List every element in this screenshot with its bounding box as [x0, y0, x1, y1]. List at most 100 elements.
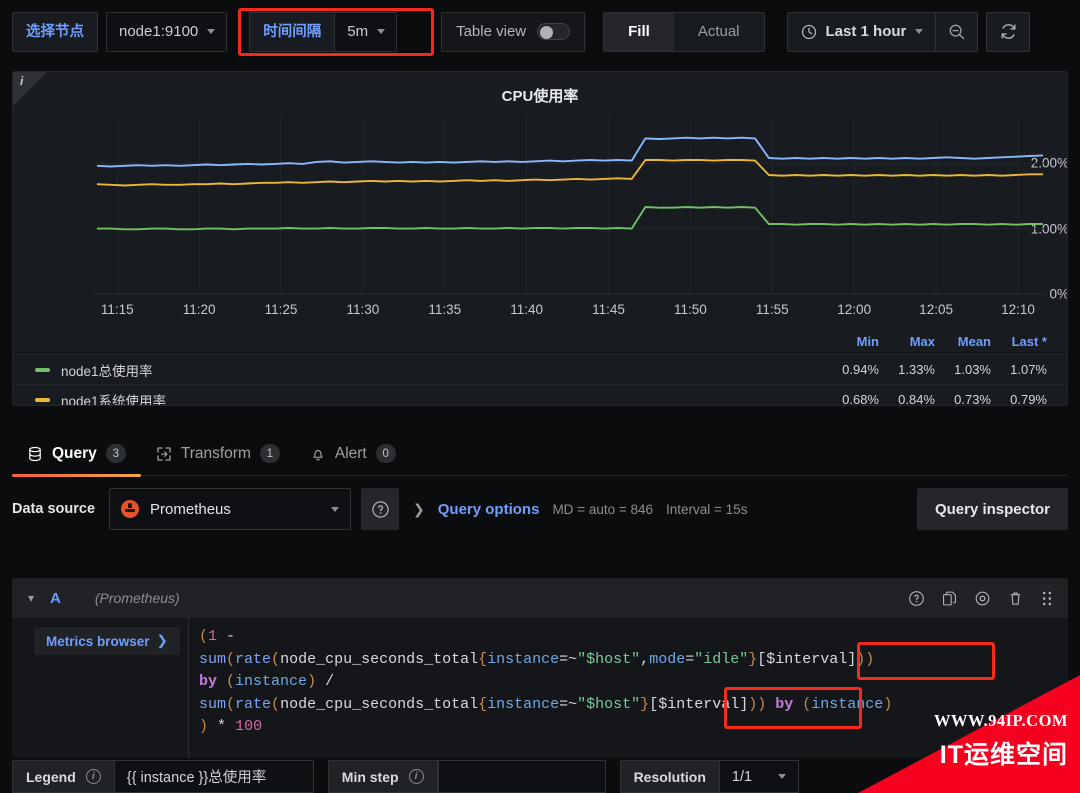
- legend-stat-value: 0.84%: [898, 392, 935, 406]
- chart-series-line: [97, 206, 1043, 231]
- node-variable-picker[interactable]: 选择节点: [12, 11, 98, 52]
- min-step-label: Min step: [341, 768, 399, 785]
- watermark-triangle: [858, 675, 1080, 793]
- tab-query-badge: 3: [105, 444, 126, 463]
- legend-color-swatch: [35, 397, 50, 402]
- interval-variable-picker[interactable]: 时间间隔 5m: [249, 11, 398, 52]
- tab-alert-badge: 0: [375, 444, 396, 463]
- chart-lines: [95, 118, 1045, 295]
- legend-stat-value: 1.03%: [954, 362, 991, 377]
- chevron-down-icon: [915, 29, 924, 34]
- data-source-help-button[interactable]: [361, 488, 400, 530]
- query-row-actions: [908, 590, 1054, 607]
- legend-stat-header[interactable]: Max: [879, 334, 935, 349]
- database-icon: [29, 446, 41, 461]
- duplicate-icon[interactable]: [941, 590, 958, 607]
- resolution-label: Resolution: [633, 768, 706, 785]
- interval-variable-value[interactable]: 5m: [334, 12, 397, 51]
- chevron-down-icon: [331, 506, 340, 512]
- node-variable-label: 选择节点: [26, 23, 84, 40]
- legend-input-value: {{ instance }}总使用率: [126, 770, 267, 786]
- legend-color-swatch: [35, 367, 50, 372]
- grafana-panel-editor: 选择节点 node1:9100 时间间隔 5m Table view Fill …: [0, 0, 1080, 793]
- resolution-select[interactable]: 1/1: [718, 760, 799, 793]
- legend-label-group: Legend i: [12, 760, 114, 793]
- tab-transform-badge: 1: [259, 444, 280, 463]
- legend-row[interactable]: node1总使用率 0.94% 1.33% 1.03% 1.07%: [13, 354, 1067, 384]
- resolution-value: 1/1: [731, 768, 753, 785]
- query-options-md: MD = auto = 846: [552, 501, 654, 517]
- data-source-value: Prometheus: [150, 500, 231, 518]
- top-toolbar: 选择节点 node1:9100 时间间隔 5m Table view Fill …: [0, 0, 1080, 63]
- metrics-browser-label: Metrics browser: [46, 633, 150, 649]
- node-variable-value[interactable]: node1:9100: [106, 11, 228, 52]
- chart-plot-area[interactable]: 2.00% 1.00% 0% 11:15 11:20 11:25 11:30 11:35 11…: [13, 112, 1067, 405]
- legend-stat-header[interactable]: Last *: [991, 334, 1047, 349]
- query-options-row: ❯ Query options MD = auto = 846 Interval…: [413, 488, 747, 530]
- editor-tabs: Query 3 Transform 1 Alert 0: [12, 432, 1068, 477]
- legend-series-name: node1总使用率: [61, 363, 153, 379]
- legend-stat-header[interactable]: Mean: [935, 334, 991, 349]
- legend-stat-value: 0.73%: [954, 392, 991, 406]
- legend-stat-values: 0.94% 1.33% 1.03% 1.07%: [823, 362, 1047, 377]
- legend-stat-value: 1.33%: [898, 362, 935, 377]
- table-view-switch[interactable]: [537, 23, 571, 40]
- time-range-picker[interactable]: Last 1 hour: [786, 11, 979, 52]
- tab-transform[interactable]: Transform 1: [141, 432, 295, 476]
- fill-actual-toggle-group[interactable]: Fill Actual: [603, 11, 765, 52]
- watermark-url: WWW.94IP.COM: [933, 711, 1068, 730]
- data-source-label: Data source: [12, 501, 96, 517]
- refresh-button[interactable]: [986, 11, 1031, 52]
- tab-transform-label: Transform: [180, 444, 251, 462]
- legend-stat-header[interactable]: Min: [823, 334, 879, 349]
- legend-stat-values: 0.68% 0.84% 0.73% 0.79%: [823, 392, 1047, 406]
- chevron-right-icon: ❯: [156, 633, 168, 648]
- drag-handle-icon[interactable]: [1040, 590, 1054, 607]
- query-inspector-button[interactable]: Query inspector: [916, 488, 1068, 530]
- query-datasource-name: (Prometheus): [94, 590, 180, 606]
- min-step-input[interactable]: [437, 760, 606, 793]
- table-view-toggle[interactable]: Table view: [441, 11, 586, 52]
- resolution-label-group: Resolution: [619, 760, 719, 793]
- chevron-right-icon[interactable]: ❯: [413, 501, 425, 518]
- legend-stat-value: 1.07%: [1010, 362, 1047, 377]
- chevron-down-icon: [777, 774, 786, 779]
- time-range-label: Last 1 hour: [825, 23, 907, 40]
- bell-icon: [313, 449, 323, 461]
- trash-icon[interactable]: [1007, 590, 1024, 607]
- clock-icon: [801, 24, 816, 39]
- zoom-out-icon: [949, 24, 965, 39]
- watermark-name: IT运维空间: [939, 741, 1068, 769]
- data-source-picker[interactable]: Prometheus: [109, 488, 352, 530]
- cpu-usage-panel: i CPU使用率 2.00% 1.00% 0% 11:15 11:20 11:25 11:…: [12, 71, 1068, 406]
- legend-stat-value: 0.79%: [1010, 392, 1047, 406]
- actual-button[interactable]: Actual: [674, 13, 764, 51]
- question-circle-icon: [371, 500, 389, 518]
- interval-variable-label: 时间间隔: [263, 23, 322, 40]
- legend-stat-value: 0.94%: [842, 362, 879, 377]
- metrics-browser-button[interactable]: Metrics browser ❯: [34, 627, 180, 655]
- interval-variable-value-text: 5m: [347, 23, 369, 40]
- chevron-down-icon: [377, 29, 386, 34]
- prometheus-logo-icon: [121, 500, 140, 518]
- legend-series-name: node1系统使用率: [61, 393, 167, 406]
- panel-title: CPU使用率: [501, 88, 579, 105]
- info-icon[interactable]: i: [85, 769, 101, 784]
- eye-icon[interactable]: [974, 590, 991, 607]
- legend-label: Legend: [26, 768, 76, 785]
- tab-query[interactable]: Query 3: [12, 432, 141, 477]
- help-icon[interactable]: [908, 590, 925, 607]
- fill-button[interactable]: Fill: [604, 12, 674, 51]
- tab-query-label: Query: [52, 444, 97, 462]
- legend-input[interactable]: {{ instance }}总使用率: [113, 760, 314, 793]
- info-icon[interactable]: i: [408, 769, 424, 784]
- query-header-row: Data source Prometheus ❯ Query options M…: [12, 488, 1068, 548]
- collapse-chevron-icon[interactable]: ▾: [28, 591, 34, 605]
- legend-stat-value: 0.68%: [842, 392, 879, 406]
- query-options-link[interactable]: Query options: [438, 501, 540, 518]
- query-options-interval: Interval = 15s: [666, 501, 748, 517]
- tab-alert[interactable]: Alert 0: [295, 432, 411, 476]
- time-range-button[interactable]: Last 1 hour: [788, 23, 936, 40]
- legend-row[interactable]: node1系统使用率 0.68% 0.84% 0.73% 0.79%: [13, 384, 1067, 406]
- zoom-out-button[interactable]: [935, 12, 977, 51]
